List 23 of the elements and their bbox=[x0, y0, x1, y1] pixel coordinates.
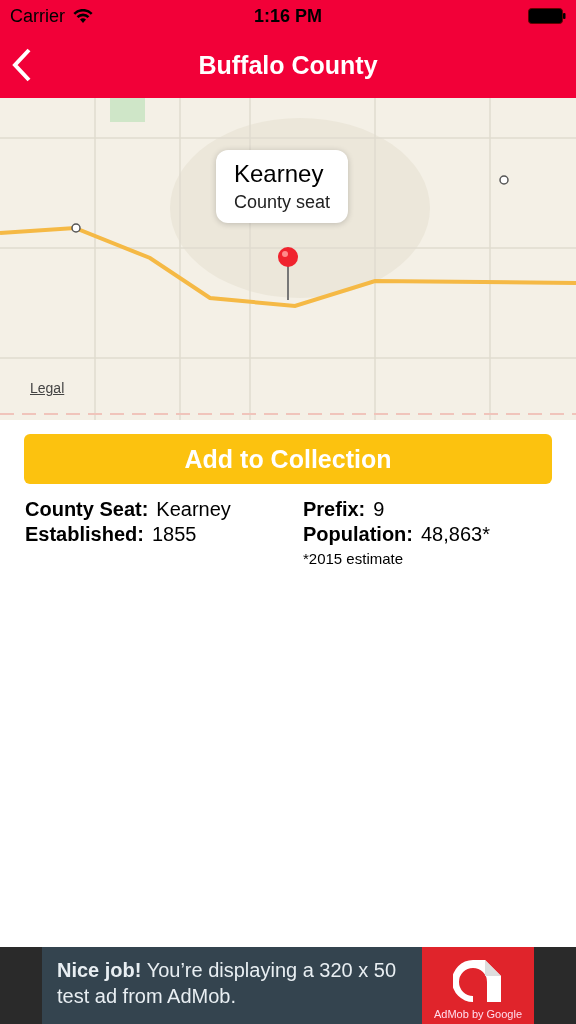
footnote: *2015 estimate bbox=[303, 550, 405, 567]
detail-label: Established: bbox=[25, 523, 144, 546]
detail-value: 9 bbox=[373, 498, 385, 521]
battery-icon bbox=[528, 8, 566, 24]
detail-value: 1855 bbox=[151, 523, 197, 546]
detail-value: Kearney bbox=[156, 498, 231, 521]
carrier-label: Carrier bbox=[10, 5, 65, 27]
callout-subtitle: County seat bbox=[234, 192, 331, 213]
ad-banner[interactable]: Nice job! You’re displaying a 320 x 50 test ad from AdMob. AdMob by Google bbox=[0, 947, 576, 1024]
status-time: 1:16 PM bbox=[253, 5, 323, 27]
legal-link[interactable]: Legal bbox=[30, 380, 65, 396]
detail-label: Population: bbox=[303, 523, 413, 546]
wifi-icon bbox=[73, 8, 93, 24]
screen-title: Buffalo County bbox=[198, 50, 378, 80]
detail-label: Prefix: bbox=[303, 498, 366, 521]
map-callout[interactable]: Kearney County seat bbox=[216, 150, 349, 223]
map-pin-icon[interactable] bbox=[276, 246, 300, 302]
ad-brand: AdMob by Google bbox=[433, 1008, 523, 1020]
ad-text: Nice job! You’re displaying a 320 x 50 test ad from AdMob. bbox=[56, 958, 398, 1009]
admob-logo-icon bbox=[453, 958, 503, 1004]
detail-label: County Seat: bbox=[25, 498, 149, 521]
callout-title: Kearney bbox=[234, 160, 325, 188]
detail-value: 48,863* bbox=[421, 523, 490, 546]
